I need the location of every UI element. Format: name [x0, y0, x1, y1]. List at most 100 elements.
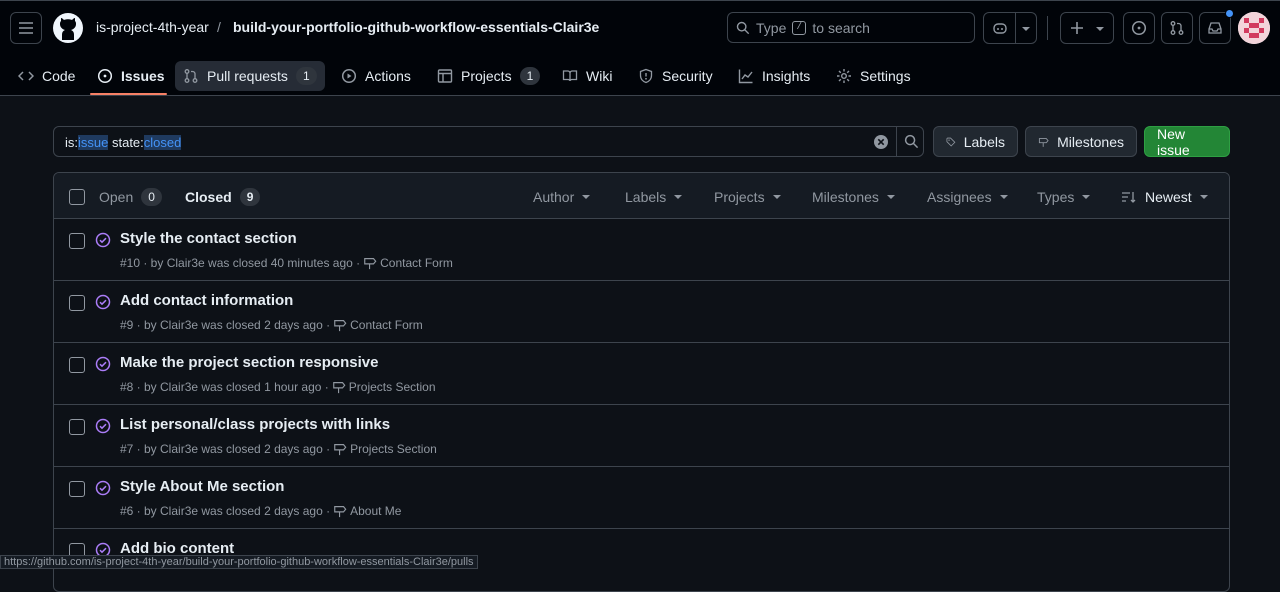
assignees-filter[interactable]: Assignees [927, 189, 1008, 205]
tab-settings[interactable]: Settings [828, 61, 919, 91]
avatar[interactable] [1238, 12, 1270, 44]
issue-row[interactable]: Style About Me section #6 · by Clair3e w… [54, 467, 1229, 529]
open-label: Open [99, 189, 134, 205]
issue-checkbox[interactable] [69, 481, 85, 497]
issue-row[interactable]: Make the project section responsive #8 ·… [54, 343, 1229, 405]
repo-nav: Code Issues Pull requests 1 Actions Proj… [0, 55, 1280, 96]
issue-row[interactable]: List personal/class projects with links … [54, 405, 1229, 467]
inbox-button[interactable] [1199, 9, 1234, 44]
search-icon[interactable] [904, 134, 919, 149]
query-is-value: issue [78, 135, 109, 150]
header-divider [1047, 16, 1048, 40]
open-filter[interactable]: Open 0 [99, 188, 162, 206]
top-bar: is-project-4th-year / build-your-portfol… [0, 0, 1280, 55]
issue-title[interactable]: List personal/class projects with links [120, 416, 390, 433]
breadcrumb-separator: / [217, 19, 221, 35]
issue-milestone[interactable]: Projects Section [349, 380, 436, 394]
identicon-icon [1238, 12, 1270, 44]
types-filter[interactable]: Types [1037, 189, 1091, 205]
git-pull-request-icon [1170, 21, 1184, 35]
issue-checkbox[interactable] [69, 419, 85, 435]
tab-issues[interactable]: Issues [89, 61, 173, 91]
tab-wiki[interactable]: Wiki [554, 61, 620, 91]
issue-meta-text: #6 · by Clair3e was closed 2 days ago · [120, 504, 331, 518]
clear-search-icon[interactable] [873, 134, 889, 150]
menu-button[interactable] [10, 12, 42, 44]
tab-code[interactable]: Code [10, 61, 83, 91]
book-icon [562, 70, 578, 82]
issue-row[interactable]: Add contact information #9 · by Clair3e … [54, 281, 1229, 343]
projects-filter[interactable]: Projects [714, 189, 781, 205]
issue-search-input[interactable]: is:issue state:closed [53, 126, 924, 157]
sort-dropdown[interactable]: Newest [1121, 189, 1208, 205]
tab-code-label: Code [42, 68, 76, 84]
search-query: is:issue state:closed [65, 135, 182, 150]
issues-list: Open 0 Closed 9 Author Labels Projects M… [53, 172, 1230, 592]
milestones-filter[interactable]: Milestones [812, 189, 895, 205]
chevron-down-icon [674, 195, 683, 199]
milestones-button[interactable]: Milestones [1025, 126, 1137, 157]
issue-title[interactable]: Add contact information [120, 292, 293, 309]
closed-filter[interactable]: Closed 9 [185, 188, 261, 206]
breadcrumb-repo[interactable]: build-your-portfolio-github-workflow-ess… [233, 19, 599, 35]
issue-checkbox[interactable] [69, 357, 85, 373]
issue-milestone[interactable]: Contact Form [380, 256, 453, 270]
issue-row[interactable]: Style the contact section #10 · by Clair… [54, 219, 1229, 281]
github-logo[interactable] [53, 13, 83, 43]
milestones-button-label: Milestones [1057, 133, 1124, 150]
issues-button[interactable] [1123, 12, 1155, 44]
pull-requests-button[interactable] [1161, 12, 1193, 44]
query-is-key: is: [65, 135, 78, 150]
issue-checkbox[interactable] [69, 233, 85, 249]
gear-icon [837, 69, 851, 83]
labels-filter[interactable]: Labels [625, 189, 683, 205]
new-issue-button[interactable]: New issue [1144, 125, 1230, 158]
tab-security-label: Security [662, 68, 713, 84]
create-new-button[interactable] [1060, 12, 1114, 44]
tag-icon [946, 137, 956, 147]
types-filter-label: Types [1037, 189, 1075, 205]
tab-actions[interactable]: Actions [333, 61, 419, 91]
search-icon [736, 21, 750, 34]
tab-insights[interactable]: Insights [730, 61, 818, 91]
issues-list-header: Open 0 Closed 9 Author Labels Projects M… [54, 173, 1229, 219]
git-pull-request-icon [184, 69, 198, 83]
tab-issues-label: Issues [121, 68, 165, 84]
shield-icon [639, 68, 653, 84]
tab-projects-label: Projects [461, 68, 512, 84]
milestone-icon [1038, 137, 1049, 147]
query-state-key: state: [108, 135, 144, 150]
tab-actions-label: Actions [365, 68, 411, 84]
issue-closed-icon [95, 232, 111, 248]
tab-pull-requests-label: Pull requests [207, 68, 288, 84]
chevron-down-icon [582, 195, 591, 199]
issue-meta: #8 · by Clair3e was closed 1 hour ago · P… [120, 380, 436, 394]
play-icon [341, 68, 357, 84]
global-search-input[interactable]: Type / to search [727, 12, 975, 43]
chevron-down-icon [1022, 27, 1030, 31]
closed-count: 9 [239, 188, 261, 206]
issue-title[interactable]: Style About Me section [120, 478, 284, 495]
issue-title[interactable]: Style the contact section [120, 230, 297, 247]
copilot-button[interactable] [983, 12, 1037, 44]
new-issue-label: New issue [1157, 125, 1190, 158]
author-filter[interactable]: Author [533, 189, 591, 205]
issue-milestone[interactable]: About Me [350, 504, 401, 518]
tab-pull-requests[interactable]: Pull requests 1 [175, 61, 325, 91]
labels-button[interactable]: Labels [933, 126, 1018, 157]
milestone-icon [334, 444, 347, 456]
issue-milestone[interactable]: Contact Form [350, 318, 423, 332]
issue-meta-text: #10 · by Clair3e was closed 40 minutes a… [120, 256, 361, 270]
issue-meta-text: #7 · by Clair3e was closed 2 days ago · [120, 442, 331, 456]
breadcrumb-owner[interactable]: is-project-4th-year [96, 19, 209, 35]
chevron-down-icon [1096, 27, 1104, 31]
select-all-checkbox[interactable] [69, 189, 85, 205]
tab-security[interactable]: Security [630, 61, 721, 91]
issue-milestone[interactable]: Projects Section [350, 442, 437, 456]
pull-requests-count: 1 [295, 67, 317, 85]
milestone-icon [364, 258, 377, 270]
query-state-value: closed [143, 135, 182, 150]
issue-checkbox[interactable] [69, 295, 85, 311]
tab-projects[interactable]: Projects 1 [429, 61, 548, 91]
issue-title[interactable]: Make the project section responsive [120, 354, 378, 371]
